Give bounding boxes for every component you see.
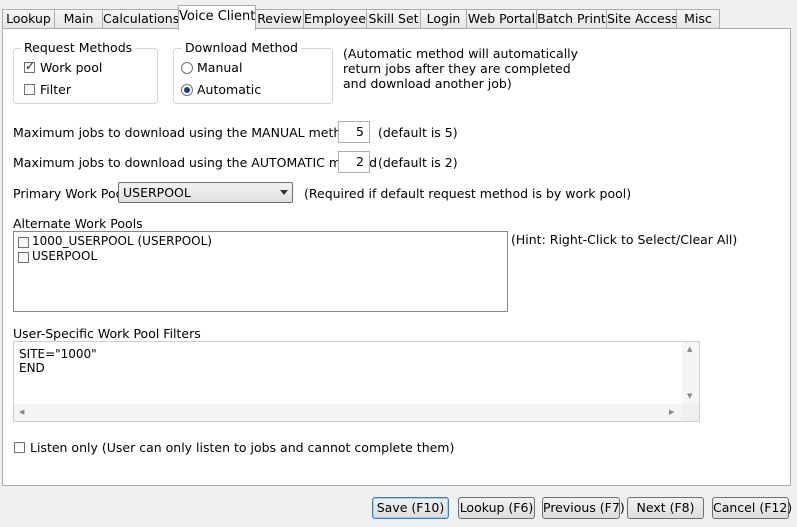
alternate-pools-hint: (Hint: Right-Click to Select/Clear All) (511, 232, 738, 247)
vertical-scrollbar[interactable]: ▲ ▼ (682, 342, 699, 405)
save-button[interactable]: Save (F10) (372, 497, 449, 519)
horizontal-scrollbar[interactable]: ◀ ▶ (14, 404, 683, 421)
filters-text[interactable]: SITE="1000" END (19, 347, 97, 375)
manual-radio[interactable] (181, 62, 193, 74)
tab-main[interactable]: Main (54, 9, 103, 29)
automatic-method-note: (Automatic method will automatically ret… (343, 46, 579, 91)
scroll-up-icon[interactable]: ▲ (687, 345, 692, 353)
scrollbar-corner (682, 404, 699, 421)
tab-batch-print[interactable]: Batch Print (536, 9, 607, 29)
chevron-down-icon (280, 190, 288, 195)
scroll-left-icon[interactable]: ◀ (19, 408, 24, 416)
scroll-right-icon[interactable]: ▶ (669, 408, 674, 416)
tab-calculations[interactable]: Calculations (102, 9, 179, 29)
previous-button[interactable]: Previous (F7) (542, 497, 625, 519)
primary-pool-note: (Required if default request method is b… (304, 186, 632, 201)
tab-login[interactable]: Login (420, 9, 467, 29)
work-pool-label: Work pool (40, 60, 103, 75)
listen-only-checkbox[interactable] (14, 442, 25, 453)
tab-lookup[interactable]: Lookup (2, 9, 55, 29)
request-methods-title: Request Methods (21, 40, 136, 55)
alternate-pool-checkbox-2[interactable] (18, 252, 29, 263)
automatic-radio[interactable] (181, 84, 193, 96)
alternate-pools-label: Alternate Work Pools (13, 216, 143, 231)
alternate-pool-checkbox-1[interactable] (18, 237, 29, 248)
tab-misc[interactable]: Misc (676, 9, 720, 29)
manual-max-label: Maximum jobs to download using the MANUA… (13, 125, 357, 140)
next-button[interactable]: Next (F8) (627, 497, 704, 519)
tab-site-access[interactable]: Site Access (606, 9, 678, 29)
auto-max-default: (default is 2) (378, 155, 458, 170)
work-pool-checkbox[interactable] (24, 59, 35, 73)
tab-web-portal[interactable]: Web Portal (466, 9, 537, 29)
automatic-label: Automatic (197, 82, 262, 97)
scroll-down-icon[interactable]: ▼ (687, 392, 692, 400)
manual-max-input[interactable]: 5 (338, 121, 370, 143)
cancel-button[interactable]: Cancel (F12) (712, 497, 792, 519)
primary-pool-label: Primary Work Pool (13, 186, 127, 201)
auto-max-label: Maximum jobs to download using the AUTOM… (13, 155, 378, 170)
tab-review[interactable]: Review (255, 9, 304, 29)
alternate-pool-item-2[interactable]: USERPOOL (32, 249, 97, 263)
manual-label: Manual (197, 60, 243, 75)
filter-label: Filter (40, 82, 71, 97)
manual-max-default: (default is 5) (378, 125, 458, 140)
primary-pool-select[interactable]: USERPOOL (118, 182, 293, 203)
tab-skill-set[interactable]: Skill Set (366, 9, 421, 29)
request-methods-group: Request Methods (13, 40, 158, 104)
tab-strip: Lookup Main Calculations Voice Client Re… (2, 5, 792, 30)
filters-label: User-Specific Work Pool Filters (13, 326, 201, 341)
primary-pool-value: USERPOOL (123, 185, 191, 200)
tab-voice-client[interactable]: Voice Client (178, 5, 256, 30)
tab-employee[interactable]: Employee (303, 9, 367, 29)
listen-only-label: Listen only (User can only listen to job… (30, 440, 455, 455)
alternate-pool-item-1[interactable]: 1000_USERPOOL (USERPOOL) (32, 234, 212, 248)
download-method-title: Download Method (182, 40, 301, 55)
lookup-button[interactable]: Lookup (F6) (458, 497, 535, 519)
auto-max-input[interactable]: 2 (338, 151, 370, 173)
filters-textarea[interactable]: SITE="1000" END ▲ ▼ ◀ ▶ (13, 341, 700, 422)
alternate-pools-list[interactable]: 1000_USERPOOL (USERPOOL) USERPOOL (13, 231, 508, 312)
filter-checkbox[interactable] (24, 84, 35, 95)
